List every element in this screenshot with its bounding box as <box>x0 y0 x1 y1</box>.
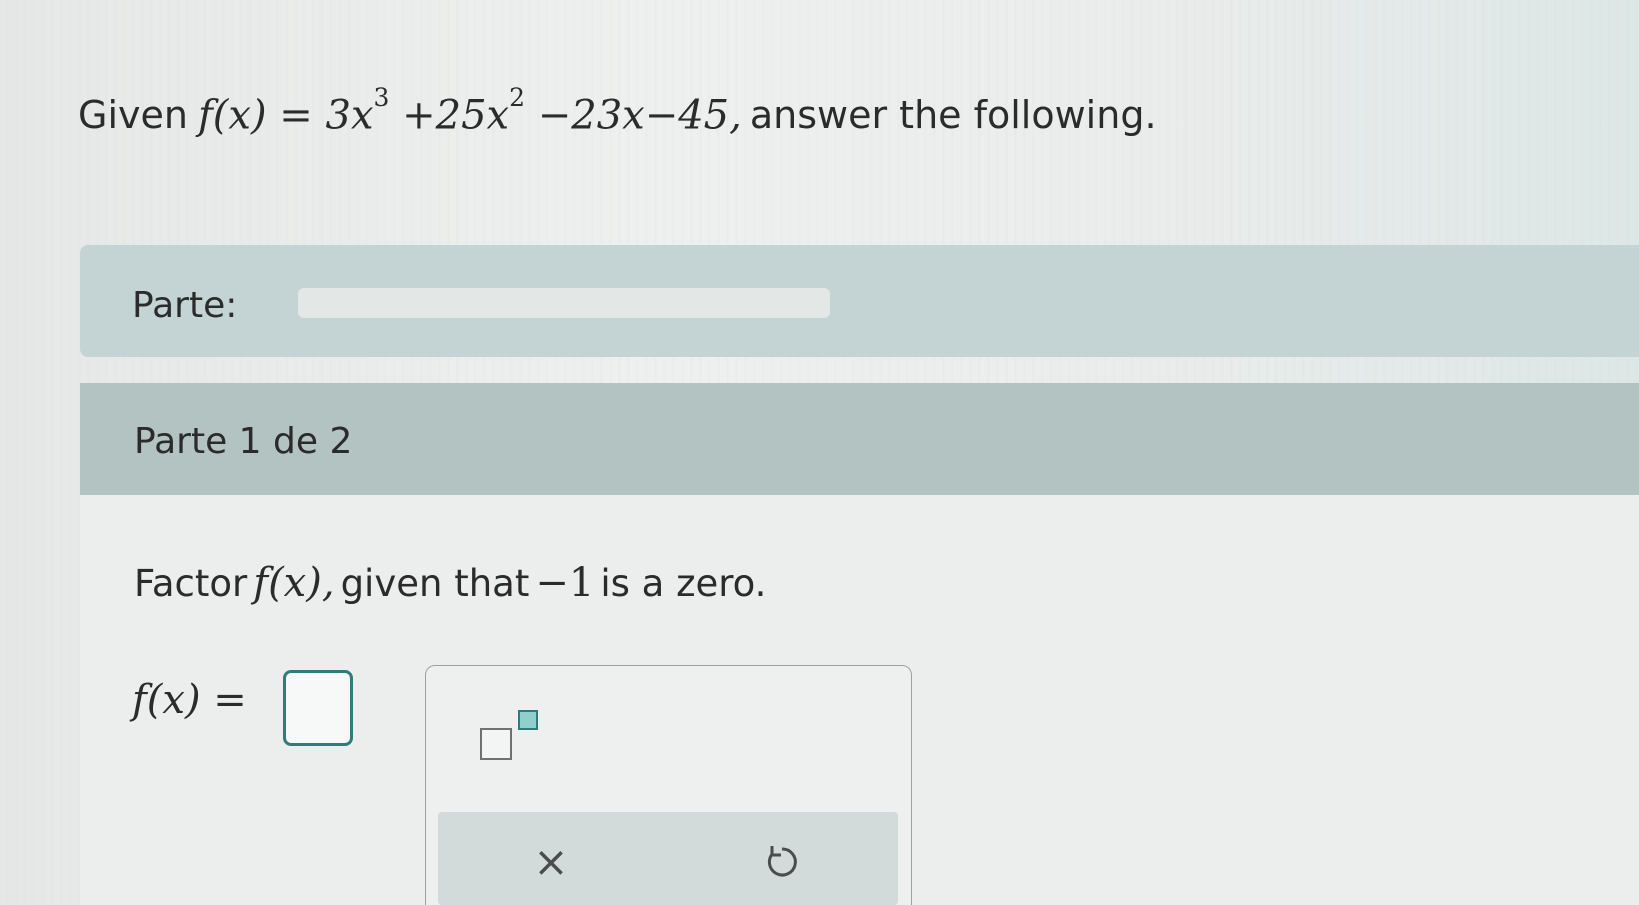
palette-footer <box>438 812 898 905</box>
superscript-template-icon[interactable] <box>476 704 546 764</box>
question-function-lhs: f(x) = 3x <box>197 92 374 139</box>
clear-button[interactable]: × <box>530 838 572 886</box>
instruction-suffix: is a zero. <box>600 562 767 605</box>
parte-label: Parte: <box>132 285 238 326</box>
instruction-mid: given that <box>340 562 530 605</box>
parte-progress-bar <box>298 288 830 318</box>
exponent-base-box <box>480 728 512 760</box>
instruction-prefix: Factor <box>134 562 248 605</box>
question-suffix: answer the following. <box>749 93 1157 138</box>
answer-label: f(x) = <box>132 672 247 728</box>
instruction-zero: −1 <box>535 560 595 606</box>
instruction-math: f(x), <box>253 555 334 611</box>
question-term-rest: −23x−45, <box>537 92 742 139</box>
exponent-power-box <box>518 710 538 730</box>
question-term-2: +25x <box>402 92 510 139</box>
instruction-text: Factor f(x), given that −1 is a zero. <box>134 555 766 612</box>
question-function: f(x) = 3x3 +25x2 −23x−45, <box>198 78 742 143</box>
instruction-function: f(x), <box>253 560 335 606</box>
question-prefix: Given <box>78 93 188 138</box>
question-text: Given f(x) = 3x3 +25x2 −23x−45, answer t… <box>78 78 1157 143</box>
question-exponent-3: 3 <box>373 83 390 112</box>
part-title: Parte 1 de 2 <box>134 421 353 462</box>
answer-input[interactable] <box>283 670 353 746</box>
question-exponent-2: 2 <box>509 83 526 112</box>
undo-icon[interactable] <box>760 840 804 884</box>
answer-label-text: f(x) = <box>132 677 247 723</box>
